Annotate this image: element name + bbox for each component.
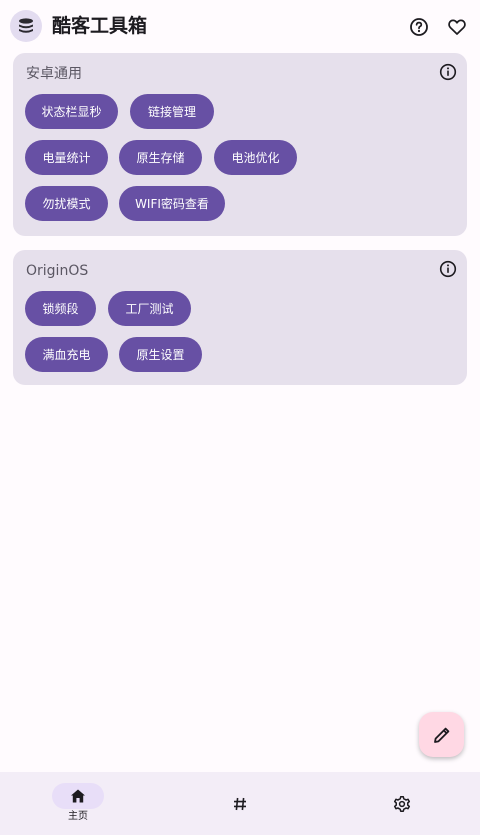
section-title: 安卓通用 bbox=[26, 66, 82, 82]
bottom-navigation: 主页 bbox=[0, 772, 480, 835]
tool-chip[interactable]: 状态栏显秒 bbox=[25, 94, 118, 129]
tool-chip[interactable]: 原生存储 bbox=[119, 140, 202, 175]
tool-chip[interactable]: WIFI密码查看 bbox=[119, 186, 225, 221]
tool-chip[interactable]: 原生设置 bbox=[119, 337, 202, 372]
section-card-android: 安卓通用 状态栏显秒 链接管理 电量统计 原生存储 电池优化 勿扰模式 WIFI… bbox=[13, 53, 467, 236]
stack-icon bbox=[10, 10, 42, 42]
app-screen: 酷客工具箱 安卓通用 状态栏显秒 链接管理 电量统计 原生存储 电池优化 勿扰模… bbox=[0, 0, 480, 835]
section-card-originos: OriginOS 锁频段 工厂测试 满血充电 原生设置 bbox=[13, 250, 467, 385]
app-title: 酷客工具箱 bbox=[52, 15, 148, 37]
info-icon[interactable] bbox=[438, 62, 458, 82]
pencil-icon bbox=[431, 724, 453, 746]
tool-chip[interactable]: 电量统计 bbox=[25, 140, 108, 175]
nav-active-indicator bbox=[52, 783, 104, 809]
edit-fab[interactable] bbox=[419, 712, 464, 757]
tool-chip[interactable]: 勿扰模式 bbox=[25, 186, 108, 221]
tool-chip[interactable]: 电池优化 bbox=[214, 140, 297, 175]
home-icon bbox=[69, 787, 87, 805]
info-icon[interactable] bbox=[438, 259, 458, 279]
tool-chip[interactable]: 链接管理 bbox=[130, 94, 214, 129]
tool-chip[interactable]: 工厂测试 bbox=[108, 291, 191, 326]
tool-chip[interactable]: 锁频段 bbox=[25, 291, 96, 326]
top-app-bar: 酷客工具箱 bbox=[0, 0, 480, 54]
section-title: OriginOS bbox=[26, 263, 89, 279]
nav-item-settings[interactable] bbox=[320, 772, 480, 835]
help-circle-icon[interactable] bbox=[406, 14, 432, 40]
heart-outline-icon[interactable] bbox=[444, 14, 470, 40]
tool-chip[interactable]: 满血充电 bbox=[25, 337, 108, 372]
nav-label-home: 主页 bbox=[68, 811, 88, 822]
nav-item-tools[interactable] bbox=[160, 772, 320, 835]
hash-icon bbox=[230, 794, 250, 814]
nav-item-home[interactable]: 主页 bbox=[0, 772, 160, 835]
gear-icon bbox=[392, 794, 412, 814]
